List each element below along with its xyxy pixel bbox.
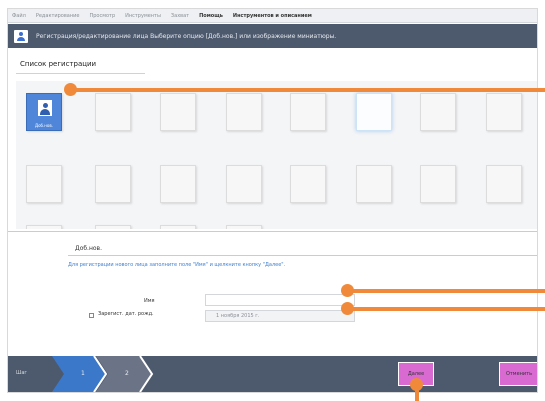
empty-thumbnail[interactable] (226, 225, 262, 229)
header-instruction: Регистрация/редактирование лица Выберите… (36, 32, 337, 40)
empty-thumbnail[interactable] (26, 225, 62, 229)
person-icon (38, 100, 52, 116)
face-registration-icon (14, 29, 28, 43)
empty-thumbnail[interactable] (160, 93, 196, 131)
empty-thumbnail[interactable] (420, 165, 456, 203)
register-birthdate-label: Зарегист. дат. рожд. (98, 311, 154, 317)
register-birthdate-checkbox[interactable] (89, 313, 94, 318)
empty-thumbnail[interactable] (290, 93, 326, 131)
step-chevrons (52, 356, 154, 392)
step-2-number: 2 (125, 370, 129, 377)
empty-thumbnail[interactable] (26, 165, 62, 203)
registration-hint: Для регистрации нового лица заполните по… (68, 262, 286, 268)
add-new-caption: Доб.нов. (34, 123, 53, 128)
title-divider (16, 73, 145, 74)
empty-thumbnail[interactable] (420, 93, 456, 131)
empty-thumbnail[interactable] (486, 165, 522, 203)
add-new-thumbnail[interactable]: Доб.нов. (26, 93, 62, 131)
name-label: Имя (144, 298, 155, 304)
empty-thumbnail[interactable] (226, 165, 262, 203)
birthdate-field[interactable]: 1 ноября 2015 г. (205, 310, 355, 322)
empty-thumbnail[interactable] (226, 93, 262, 131)
registration-list-title: Список регистрации (20, 60, 97, 68)
menu-item-edit[interactable]: Редактирование (36, 13, 80, 19)
registration-thumbnail-grid: Доб.нов. (16, 81, 537, 229)
empty-thumbnail[interactable] (486, 93, 522, 131)
menu-item-help[interactable]: Помощь (199, 13, 223, 19)
instruction-header: Регистрация/редактирование лица Выберите… (8, 24, 537, 48)
step-label: Шаг (16, 370, 28, 376)
empty-thumbnail[interactable] (290, 165, 326, 203)
wizard-step-bar: Шаг 1 2 (8, 356, 537, 392)
empty-thumbnail[interactable] (95, 93, 131, 131)
empty-thumbnail[interactable] (95, 165, 131, 203)
empty-thumbnail[interactable] (160, 165, 196, 203)
face-registration-window: Файл Редактирование Просмотр Инструменты… (8, 9, 537, 392)
form-divider (68, 255, 537, 256)
menu-item-guide[interactable]: Инструментов и описанием (233, 13, 312, 19)
menu-item-view[interactable]: Просмотр (89, 13, 115, 19)
menu-item-file[interactable]: Файл (12, 13, 26, 19)
add-new-section-label: Доб.нов. (75, 245, 103, 252)
step-1-number: 1 (81, 370, 85, 377)
menu-item-capture[interactable]: Захват (171, 13, 189, 19)
menu-item-tools[interactable]: Инструменты (125, 13, 161, 19)
menu-bar: Файл Редактирование Просмотр Инструменты… (8, 9, 537, 23)
empty-thumbnail[interactable] (356, 93, 392, 131)
empty-thumbnail[interactable] (95, 225, 131, 229)
cancel-button[interactable]: Отменить (499, 362, 537, 386)
name-input[interactable] (205, 294, 355, 306)
section-divider (8, 231, 537, 232)
empty-thumbnail[interactable] (356, 165, 392, 203)
empty-thumbnail[interactable] (160, 225, 196, 229)
